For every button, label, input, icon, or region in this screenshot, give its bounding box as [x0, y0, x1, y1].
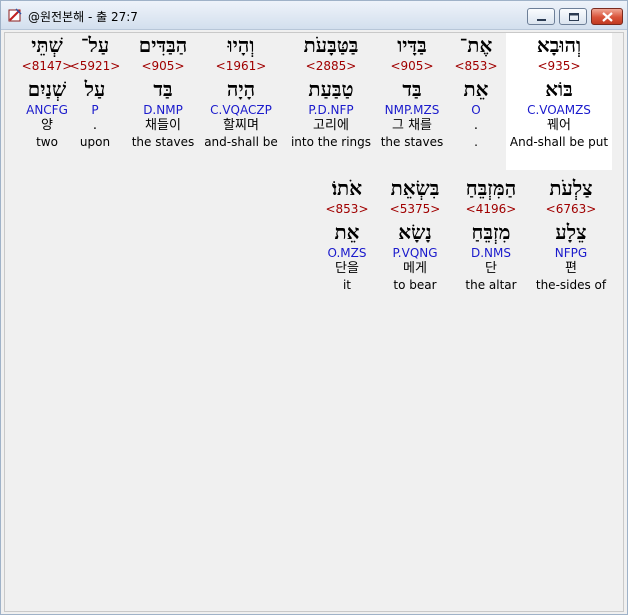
lemma-word: הָיָה — [226, 77, 256, 101]
korean-gloss: 메게 — [403, 261, 427, 276]
english-gloss: and-shall be — [204, 135, 278, 149]
hebrew-word: בִּשְׂאֵת — [390, 176, 440, 200]
app-window: @원전본해 - 출 27:7 שְׁתֵּי <8147> שְׁנַיִם A… — [0, 0, 628, 615]
morph-code: D.NMS — [470, 246, 511, 260]
title-bar[interactable]: @원전본해 - 출 27:7 — [1, 1, 627, 30]
maximize-icon — [569, 13, 579, 21]
word-block[interactable]: בִּשְׂאֵת <5375> נָשָׂא P.VQNG 메게 to bea… — [373, 176, 457, 292]
lemma-word: צֵלָע — [555, 220, 587, 244]
morph-code: D.NMP — [143, 103, 183, 117]
lemma-word: בּוֹא — [545, 77, 573, 101]
korean-gloss: 편 — [565, 261, 577, 276]
minimize-button[interactable] — [527, 8, 555, 25]
hebrew-word: צַלְעֹת — [549, 176, 593, 200]
window-title: @원전본해 - 출 27:7 — [28, 10, 138, 24]
word-block[interactable]: צַלְעֹת <6763> צֵלָע NFPG 편 the-sides of — [529, 176, 613, 292]
strong-number: <4196> — [465, 202, 517, 216]
close-button[interactable] — [591, 8, 623, 25]
hebrew-word: וְהוּבָא — [536, 33, 582, 57]
strong-number: <2885> — [305, 59, 357, 73]
strong-number: <1961> — [215, 59, 267, 73]
hebrew-word: וְהָיוּ — [227, 33, 255, 57]
lemma-word: טַבַּעַת — [308, 77, 354, 101]
lemma-word: בַּד — [153, 77, 173, 101]
lemma-word: מִזְבֵּחַ — [471, 220, 511, 244]
morph-code: C.VOAMZS — [527, 103, 591, 117]
morph-code: P.VQNG — [392, 246, 438, 260]
english-gloss: to bear — [393, 278, 437, 292]
minimize-icon — [537, 19, 546, 21]
morph-code: P.D.NFP — [308, 103, 354, 117]
hebrew-word: בַּטַּבָּעֹת — [303, 33, 359, 57]
morph-code: NFPG — [554, 246, 588, 260]
strong-number: <5375> — [389, 202, 441, 216]
lemma-word: נָשָׂא — [398, 220, 432, 244]
word-block[interactable]: הַמִּזְבֵּחַ <4196> מִזְבֵּחַ D.NMS 단 th… — [449, 176, 533, 292]
english-gloss: into the rings — [290, 135, 372, 149]
word-block[interactable]: הַבַּדִּים <905> בַּד D.NMP 채들이 the stav… — [121, 33, 205, 149]
interlinear-panel[interactable]: שְׁתֵּי <8147> שְׁנַיִם ANCFG 양 two עַל־… — [4, 32, 624, 612]
korean-gloss: 단 — [485, 261, 497, 276]
maximize-button[interactable] — [559, 8, 587, 25]
word-block[interactable]: וְהָיוּ <1961> הָיָה C.VQACZP 할찌며 and-sh… — [199, 33, 283, 149]
word-block[interactable]: בַּטַּבָּעֹת <2885> טַבַּעַת P.D.NFP 고리에… — [289, 33, 373, 149]
hebrew-word: הַבַּדִּים — [138, 33, 188, 57]
bible-app-icon[interactable] — [7, 7, 23, 23]
english-gloss: the altar — [465, 278, 517, 292]
english-gloss: the-sides of — [535, 278, 607, 292]
korean-gloss: 꿰어 — [547, 118, 571, 133]
strong-number: <905> — [141, 59, 185, 73]
strong-number: <6763> — [545, 202, 597, 216]
morph-code: C.VQACZP — [210, 103, 272, 117]
close-icon — [602, 12, 613, 22]
english-gloss: the staves — [131, 135, 195, 149]
english-gloss: And-shall be put — [509, 135, 609, 149]
word-block-selected[interactable]: וְהוּבָא <935> בּוֹא C.VOAMZS 꿰어 And-sha… — [506, 33, 612, 170]
korean-gloss: 채들이 — [145, 118, 181, 133]
korean-gloss: 할찌며 — [223, 118, 259, 133]
strong-number: <935> — [537, 59, 581, 73]
hebrew-word: הַמִּזְבֵּחַ — [465, 176, 517, 200]
korean-gloss: 고리에 — [313, 118, 349, 133]
